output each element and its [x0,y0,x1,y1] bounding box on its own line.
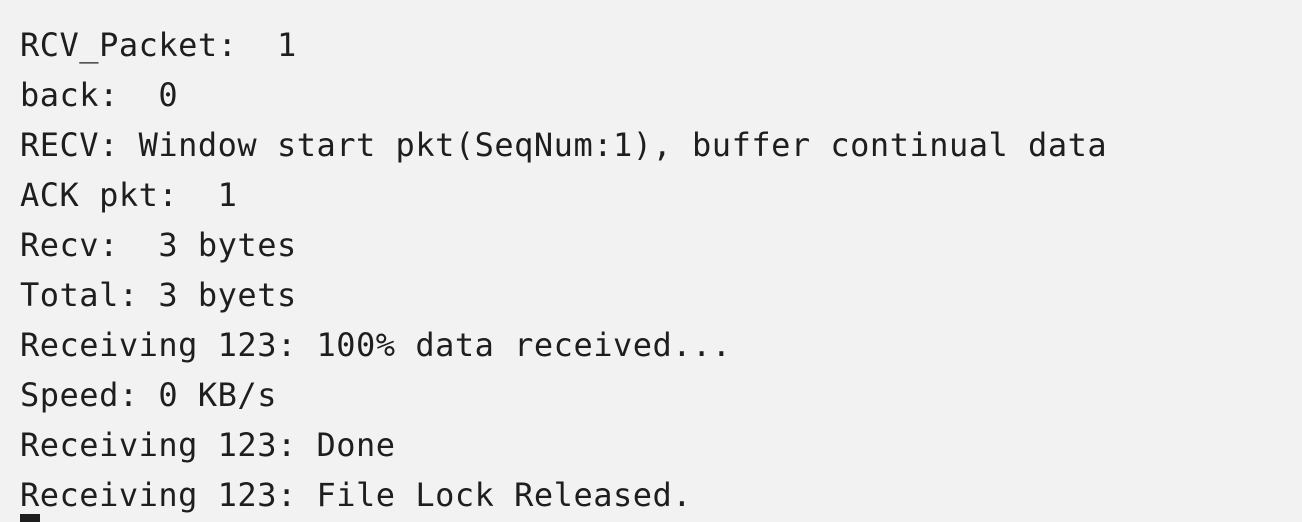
console-line: RECV: Window start pkt(SeqNum:1), buffer… [20,126,1108,164]
console-output[interactable]: RCV_Packet: 1 back: 0 RECV: Window start… [0,0,1302,522]
console-line: Total: 3 byets [20,276,297,314]
console-line: RCV_Packet: 1 [20,26,297,64]
console-line: Receiving 123: 100% data received... [20,326,732,364]
console-line: Receiving 123: Done [20,426,396,464]
text-cursor [20,514,40,522]
console-line: Receiving 123: File Lock Released. [20,476,693,514]
console-line: Recv: 3 bytes [20,226,297,264]
console-line: ACK pkt: 1 [20,176,238,214]
console-line: Speed: 0 KB/s [20,376,277,414]
console-line: back: 0 [20,76,179,114]
